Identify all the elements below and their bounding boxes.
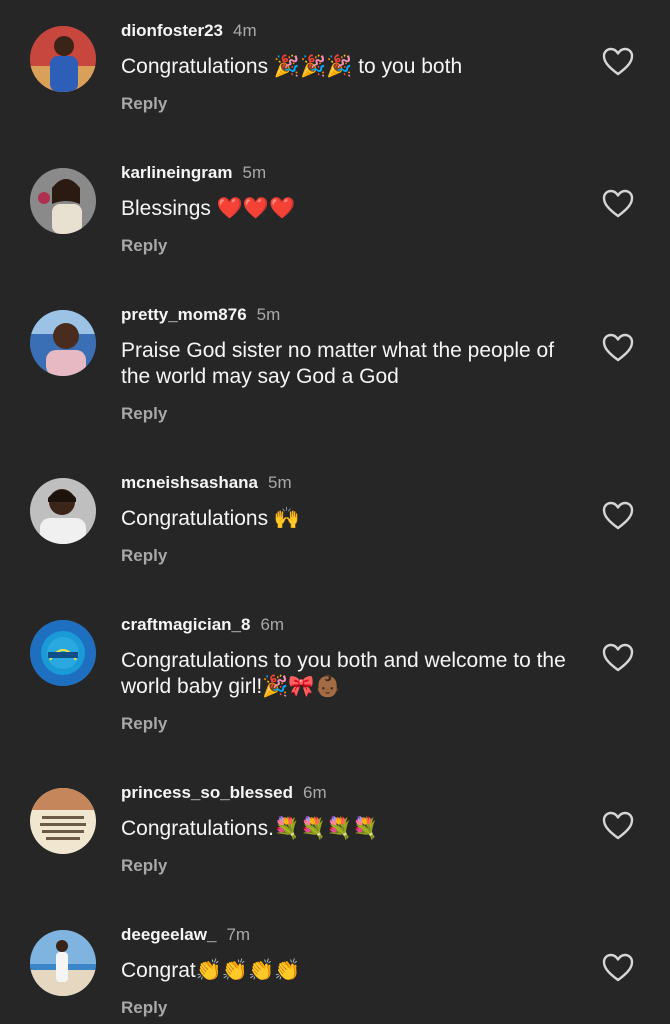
heart-outline-icon[interactable] — [602, 333, 634, 363]
comment-meta: craftmagician_8 6m — [121, 614, 284, 636]
username[interactable]: karlineingram — [121, 163, 233, 182]
username[interactable]: deegeelaw_ — [121, 925, 216, 944]
avatar[interactable] — [30, 620, 96, 686]
comment-meta: karlineingram 5m — [121, 162, 266, 184]
avatar[interactable] — [30, 930, 96, 996]
comment-meta: deegeelaw_ 7m — [121, 924, 250, 946]
timestamp: 4m — [233, 21, 257, 40]
heart-outline-icon[interactable] — [602, 811, 634, 841]
comment-text: Congrat👏👏👏👏 — [121, 959, 301, 982]
comment-text: Congratulations.💐💐💐💐 — [121, 817, 379, 840]
avatar[interactable] — [30, 168, 96, 234]
timestamp: 5m — [268, 473, 292, 492]
reply-button[interactable]: Reply — [121, 998, 167, 1018]
heart-outline-icon[interactable] — [602, 643, 634, 673]
comment-text: Congratulations to you both and welcome … — [121, 649, 566, 698]
comment-text: Congratulations 🙌 — [121, 507, 301, 530]
avatar[interactable] — [30, 310, 96, 376]
username[interactable]: pretty_mom876 — [121, 305, 247, 324]
timestamp: 6m — [302, 783, 327, 802]
reply-button[interactable]: Reply — [121, 856, 167, 876]
username[interactable]: dionfoster23 — [121, 21, 223, 40]
heart-outline-icon[interactable] — [602, 953, 634, 983]
comment-text: Praise God sister no matter what the peo… — [121, 339, 555, 388]
comment-text: Blessings ❤️❤️❤️ — [121, 197, 296, 220]
reply-button[interactable]: Reply — [121, 236, 167, 256]
timestamp: 5m — [242, 163, 267, 182]
reply-button[interactable]: Reply — [121, 714, 167, 734]
comment-meta: mcneishsashana 5m — [121, 472, 292, 494]
heart-outline-icon[interactable] — [602, 189, 634, 219]
heart-outline-icon[interactable] — [602, 501, 634, 531]
avatar[interactable] — [30, 788, 96, 854]
username[interactable]: mcneishsashana — [121, 473, 258, 492]
avatar[interactable] — [30, 478, 96, 544]
heart-outline-icon[interactable] — [602, 47, 634, 77]
comment-meta: pretty_mom876 5m — [121, 304, 280, 326]
username[interactable]: craftmagician_8 — [121, 615, 250, 634]
comment-meta: dionfoster23 4m — [121, 20, 257, 42]
comment-meta: princess_so_blessed 6m — [121, 782, 327, 804]
reply-button[interactable]: Reply — [121, 404, 167, 424]
comment-text: Congratulations 🎉🎉🎉 to you both — [121, 55, 463, 78]
timestamp: 6m — [260, 615, 285, 634]
timestamp: 5m — [256, 305, 281, 324]
reply-button[interactable]: Reply — [121, 546, 167, 566]
avatar[interactable] — [30, 26, 96, 92]
timestamp: 7m — [226, 925, 251, 944]
username[interactable]: princess_so_blessed — [121, 783, 293, 802]
reply-button[interactable]: Reply — [121, 94, 167, 114]
